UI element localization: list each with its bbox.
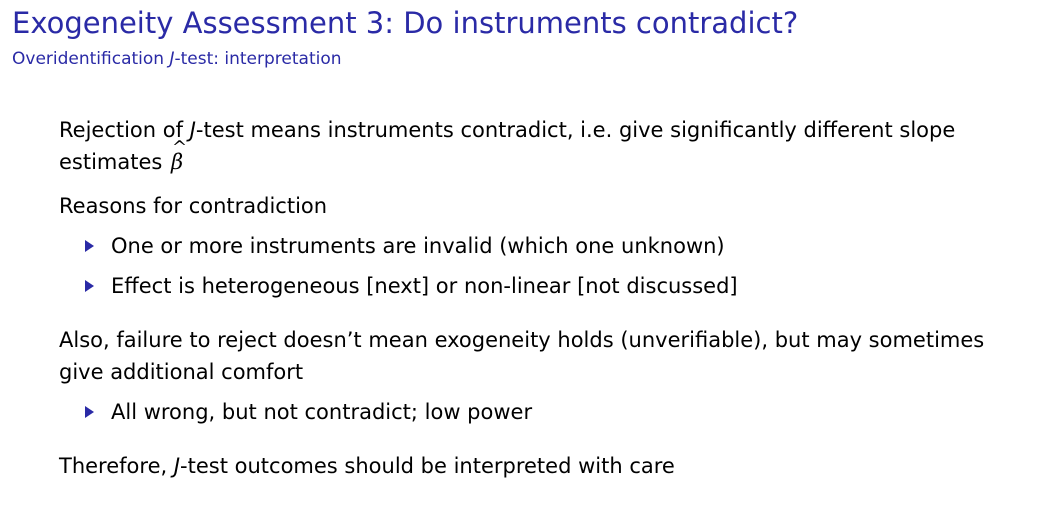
conclusion-text-post: -test outcomes should be interpreted wit…	[180, 454, 675, 478]
list-item-text: All wrong, but not contradict; low power	[111, 400, 533, 424]
list-item-text: Effect is heterogeneous [next] or non-li…	[111, 274, 738, 298]
list-item: Effect is heterogeneous [next] or non-li…	[59, 266, 1019, 306]
subtitle-text-pre: Overidentification	[12, 49, 170, 69]
list-item: All wrong, but not contradict; low power	[59, 392, 1019, 432]
slide-subtitle: Overidentification J-test: interpretatio…	[12, 48, 1042, 70]
bullet-triangle-icon	[85, 240, 94, 252]
slide-body: Rejection of J-test means instruments co…	[59, 114, 1019, 482]
paragraph-conclusion: Therefore, J-test outcomes should be int…	[59, 450, 1019, 482]
paragraph-rejection: Rejection of J-test means instruments co…	[59, 114, 1019, 178]
bullet-triangle-icon	[85, 280, 94, 292]
power-list: All wrong, but not contradict; low power	[59, 392, 1019, 432]
hat-accent: ^	[172, 137, 188, 158]
paragraph-reasons: Reasons for contradiction	[59, 194, 328, 218]
slide-title: Exogeneity Assessment 3: Do instruments …	[12, 6, 799, 40]
beta-hat-symbol: ^ β	[169, 137, 187, 178]
subtitle-text-post: -test: interpretation	[174, 49, 342, 69]
reasons-list: One or more instruments are invalid (whi…	[59, 226, 1019, 306]
bullet-triangle-icon	[85, 406, 94, 418]
list-item-text: One or more instruments are invalid (whi…	[111, 234, 725, 258]
list-item: One or more instruments are invalid (whi…	[59, 226, 1019, 266]
rejection-text-pre: Rejection of	[59, 118, 190, 142]
paragraph-failure-to-reject: Also, failure to reject doesn’t mean exo…	[59, 328, 985, 384]
conclusion-text-pre: Therefore,	[59, 454, 174, 478]
slide-header: Exogeneity Assessment 3: Do instruments …	[12, 4, 1042, 70]
